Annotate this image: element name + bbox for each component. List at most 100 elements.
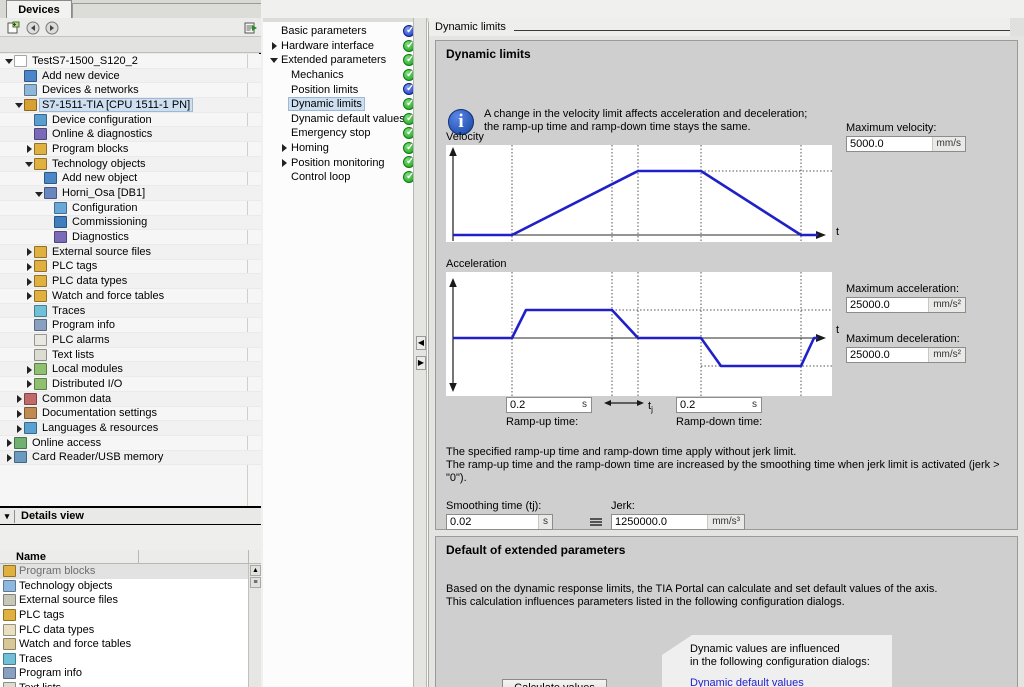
list-item[interactable]: Program info (0, 666, 248, 681)
max-deceleration-field[interactable]: mm/s² (846, 347, 966, 363)
details-view-header[interactable]: ▾ Details view (0, 508, 261, 525)
tree-item-tests7-1500-s120-2[interactable]: TestS7-1500_S120_2 (0, 54, 261, 69)
nav-item-homing[interactable]: Homing (263, 141, 429, 156)
collapse-left-button[interactable]: ◀ (416, 336, 426, 350)
max-acceleration-input[interactable] (847, 298, 929, 312)
panel-splitter[interactable]: ◀ ▶ (413, 18, 427, 687)
max-velocity-input[interactable] (847, 137, 932, 151)
nav-item-control-loop[interactable]: Control loop (263, 170, 429, 185)
chevron-right-icon[interactable] (24, 262, 33, 271)
list-item[interactable]: Technology objects (0, 578, 248, 594)
ramp-down-time-input[interactable] (677, 398, 748, 412)
max-acceleration-field[interactable]: mm/s² (846, 297, 966, 313)
tree-item-plc-tags[interactable]: PLC tags (0, 260, 261, 275)
details-view-list[interactable]: Program blocks Technology objects External… (0, 564, 248, 687)
project-tree[interactable]: TestS7-1500_S120_2 Add new device Devices … (0, 54, 261, 506)
chevron-down-icon[interactable] (269, 55, 279, 65)
max-deceleration-input[interactable] (847, 348, 929, 362)
nav-item-mechanics[interactable]: Mechanics (263, 68, 429, 83)
tree-item-online-access[interactable]: Online access (0, 436, 261, 451)
calculate-values-button[interactable]: Calculate values (502, 679, 607, 687)
list-item[interactable]: Program blocks (0, 564, 248, 579)
chevron-right-icon[interactable] (4, 453, 13, 462)
scroll-up-button[interactable]: ▲ (250, 565, 261, 576)
tree-item-distributed-i-o[interactable]: Distributed I/O (0, 377, 261, 392)
nav-item-dynamic-limits[interactable]: Dynamic limits (263, 97, 429, 112)
list-item[interactable]: Text lists (0, 680, 248, 687)
max-velocity-field[interactable]: mm/s (846, 136, 966, 152)
jerk-input[interactable] (612, 515, 708, 529)
tree-item-technology-objects[interactable]: Technology objects (0, 156, 261, 172)
chevron-right-icon[interactable] (24, 247, 33, 257)
tab-devices[interactable]: Devices (6, 0, 72, 18)
tree-item-languages-resources[interactable]: Languages & resources (0, 421, 261, 436)
tree-item-s7-1511-tia-cpu-1511-1-pn[interactable]: S7-1511-TIA [CPU 1511-1 PN] (0, 97, 261, 113)
chevron-right-icon[interactable] (24, 277, 33, 286)
tree-item-add-new-device[interactable]: Add new device (0, 68, 261, 84)
list-item[interactable]: PLC tags (0, 607, 248, 623)
ramp-down-time-field[interactable]: s (676, 397, 762, 413)
chevron-right-icon[interactable] (24, 379, 33, 389)
tree-item-diagnostics[interactable]: Diagnostics (0, 230, 261, 245)
tree-item-external-source-files[interactable]: External source files (0, 244, 261, 260)
tree-item-configuration[interactable]: Configuration (0, 201, 261, 216)
collapse-right-button[interactable]: ▶ (416, 356, 426, 370)
chevron-down-icon[interactable] (34, 189, 43, 198)
tree-item-card-reader-usb-memory[interactable]: Card Reader/USB memory (0, 450, 261, 466)
tree-item-commissioning[interactable]: Commissioning (0, 215, 261, 231)
chevron-down-icon[interactable] (14, 100, 23, 109)
chevron-down-icon[interactable] (24, 159, 33, 168)
tree-item-plc-alarms[interactable]: PLC alarms (0, 333, 261, 348)
tree-item-add-new-object[interactable]: Add new object (0, 172, 261, 187)
nav-item-position-monitoring[interactable]: Position monitoring (263, 155, 429, 170)
chevron-down-icon[interactable]: ▾ (0, 511, 14, 522)
list-item[interactable]: External source files (0, 593, 248, 608)
expand-tree-icon[interactable] (244, 21, 259, 35)
list-item[interactable]: Traces (0, 651, 248, 667)
chevron-right-icon[interactable] (24, 144, 33, 154)
tree-item-program-info[interactable]: Program info (0, 318, 261, 334)
chevron-right-icon[interactable] (14, 424, 23, 433)
new-object-icon[interactable] (7, 21, 21, 35)
chevron-right-icon[interactable] (279, 158, 289, 168)
chevron-down-icon[interactable] (4, 56, 13, 65)
list-item[interactable]: PLC data types (0, 622, 248, 637)
nav-item-hardware-interface[interactable]: Hardware interface (263, 39, 429, 54)
link-dynamic-default-values[interactable]: Dynamic default values (690, 677, 804, 687)
scroll-thumb[interactable]: ≡ (250, 577, 261, 588)
back-arrow-icon[interactable] (26, 21, 40, 35)
tree-item-program-blocks[interactable]: Program blocks (0, 142, 261, 157)
jerk-field[interactable]: mm/s³ (611, 514, 745, 530)
details-scrollbar[interactable]: ▲ ≡ (248, 564, 261, 687)
tree-item-traces[interactable]: Traces (0, 303, 261, 319)
tree-item-horni-osa-db1[interactable]: Horni_Osa [DB1] (0, 186, 261, 201)
chevron-right-icon[interactable] (14, 394, 23, 404)
list-item[interactable]: Watch and force tables (0, 636, 248, 652)
ramp-up-time-input[interactable] (507, 398, 578, 412)
nav-item-extended-parameters[interactable]: Extended parameters (263, 53, 429, 68)
tree-item-common-data[interactable]: Common data (0, 391, 261, 407)
chevron-right-icon[interactable] (279, 143, 289, 153)
nav-item-position-limits[interactable]: Position limits (263, 82, 429, 97)
smoothing-time-field[interactable]: s (446, 514, 553, 530)
chevron-right-icon[interactable] (24, 291, 33, 301)
chevron-right-icon[interactable] (14, 409, 23, 418)
tree-item-watch-and-force-tables[interactable]: Watch and force tables (0, 289, 261, 304)
nav-item-dynamic-default-values[interactable]: Dynamic default values (263, 112, 429, 127)
ramp-up-time-field[interactable]: s (506, 397, 592, 413)
tree-item-text-lists[interactable]: Text lists (0, 348, 261, 363)
chevron-right-icon[interactable] (4, 438, 13, 448)
tree-item-device-configuration[interactable]: Device configuration (0, 113, 261, 128)
tree-item-devices-networks[interactable]: Devices & networks (0, 83, 261, 99)
forward-arrow-icon[interactable] (45, 21, 59, 35)
nav-item-emergency-stop[interactable]: Emergency stop (263, 126, 429, 141)
tree-item-local-modules[interactable]: Local modules (0, 362, 261, 378)
tree-item-plc-data-types[interactable]: PLC data types (0, 274, 261, 289)
tree-item-online-diagnostics[interactable]: Online & diagnostics (0, 127, 261, 143)
smoothing-time-input[interactable] (447, 515, 538, 529)
chevron-right-icon[interactable] (269, 41, 279, 51)
nav-item-basic-parameters[interactable]: Basic parameters (263, 24, 429, 39)
parameter-nav-list[interactable]: Basic parametersHardware interface Extend… (263, 24, 429, 185)
chevron-right-icon[interactable] (24, 365, 33, 374)
tree-item-documentation-settings[interactable]: Documentation settings (0, 407, 261, 422)
